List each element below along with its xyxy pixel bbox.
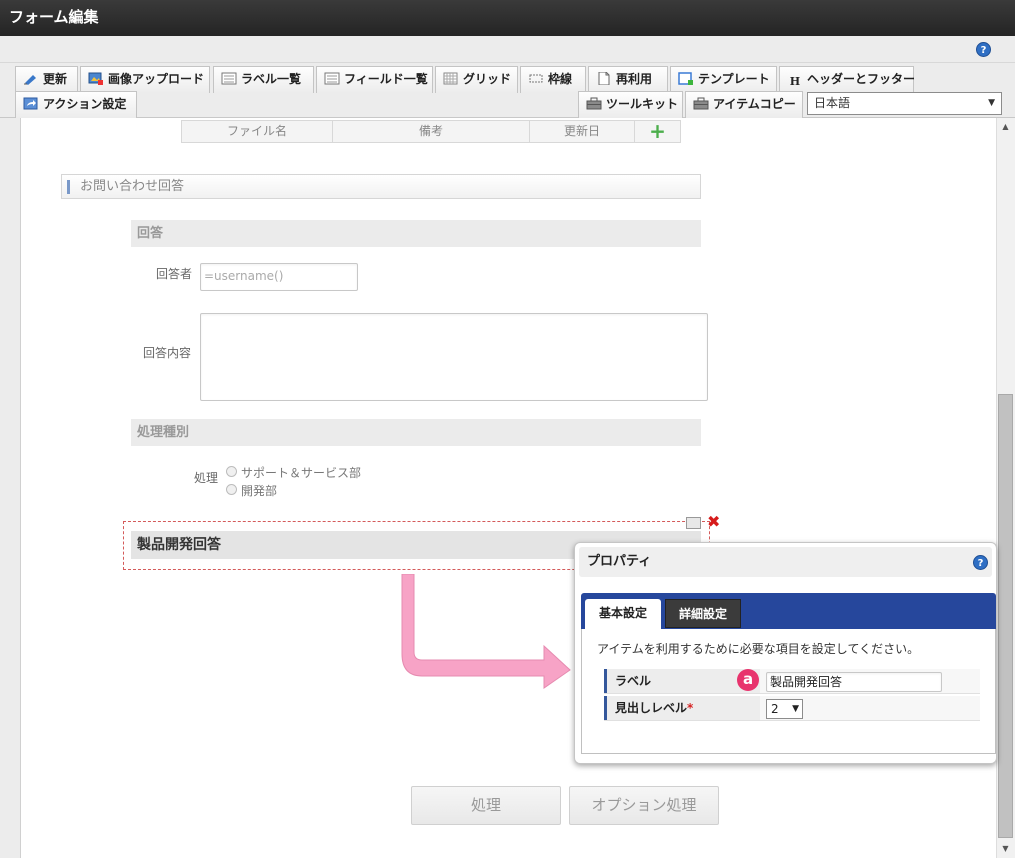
- header-footer-label: ヘッダーとフッター: [807, 72, 916, 86]
- add-row-icon[interactable]: +: [635, 121, 680, 142]
- item-settings-icon[interactable]: [686, 517, 701, 529]
- heading-level-value: 2: [771, 702, 779, 716]
- document-icon: [598, 72, 610, 85]
- dropdown-arrow-icon: ▼: [988, 98, 995, 108]
- property-help-icon[interactable]: ?: [973, 555, 988, 570]
- property-body: アイテムを利用するために必要な項目を設定してください。 ラベル 製品開発回答 見…: [581, 629, 996, 754]
- heading-level-row: 見出しレベル* 2 ▼: [604, 695, 980, 721]
- list-icon: [324, 72, 340, 85]
- help-bar: ?: [0, 36, 1015, 63]
- delete-item-icon[interactable]: ✖: [707, 514, 720, 530]
- window-title: フォーム編集: [0, 0, 1015, 36]
- action-settings-label: アクション設定: [43, 97, 127, 111]
- property-panel: プロパティ ? 基本設定 詳細設定 アイテムを利用するために必要な項目を設定して…: [574, 542, 997, 764]
- header-footer-button[interactable]: H ヘッダーとフッター: [779, 66, 916, 93]
- tab-detail-settings[interactable]: 詳細設定: [665, 599, 741, 628]
- file-table-header: ファイル名 備考 更新日 +: [181, 120, 681, 143]
- process-button[interactable]: 処理: [411, 786, 561, 825]
- property-description: アイテムを利用するために必要な項目を設定してください。: [597, 642, 920, 656]
- subsection-process-type: 処理種別: [131, 419, 701, 446]
- responder-input[interactable]: =username(): [200, 263, 358, 291]
- subsection-answer: 回答: [131, 220, 701, 247]
- label-list-label: ラベル一覧: [241, 72, 302, 86]
- tab-basic-settings[interactable]: 基本設定: [585, 599, 661, 629]
- left-gutter: [0, 118, 20, 858]
- property-title: プロパティ: [579, 547, 992, 577]
- answer-content-textarea[interactable]: [200, 313, 708, 401]
- label-row: ラベル 製品開発回答: [604, 668, 980, 694]
- border-button[interactable]: 枠線: [520, 66, 586, 93]
- reuse-button[interactable]: 再利用: [588, 66, 668, 93]
- template-label: テンプレート: [698, 72, 770, 86]
- responder-label: 回答者: [156, 267, 193, 281]
- answer-content-label: 回答内容: [143, 346, 192, 360]
- grid-button[interactable]: グリッド: [435, 66, 518, 93]
- update-label: 更新: [43, 72, 68, 86]
- scroll-up-icon[interactable]: ▲: [996, 118, 1015, 135]
- col-filename: ファイル名: [182, 121, 333, 142]
- radio-dev[interactable]: [226, 484, 237, 495]
- image-upload-label: 画像アップロード: [108, 72, 205, 86]
- toolbox-icon: [693, 97, 709, 110]
- radio-dev-label: 開発部: [241, 484, 278, 498]
- update-button[interactable]: 更新: [15, 66, 78, 93]
- dropdown-arrow-icon: ▼: [792, 704, 799, 714]
- option-process-button[interactable]: オプション処理: [569, 786, 719, 825]
- required-mark: *: [687, 701, 694, 715]
- image-upload-icon: [88, 72, 103, 85]
- col-updated: 更新日: [530, 121, 635, 142]
- action-settings-button[interactable]: アクション設定: [15, 91, 137, 118]
- col-note: 備考: [333, 121, 530, 142]
- language-value: 日本語: [814, 96, 851, 110]
- heading-level-select[interactable]: 2 ▼: [766, 699, 803, 719]
- border-label: 枠線: [548, 72, 573, 86]
- help-icon[interactable]: ?: [976, 42, 991, 57]
- heading-level-label: 見出しレベル*: [604, 696, 760, 720]
- callout-badge: a: [737, 669, 759, 691]
- list-icon: [221, 72, 237, 85]
- section-header: お問い合わせ回答: [61, 174, 701, 199]
- heading-icon: H: [789, 75, 801, 88]
- reuse-label: 再利用: [616, 72, 653, 86]
- callout-arrow: [401, 574, 571, 689]
- toolkit-button[interactable]: ツールキット: [578, 91, 683, 118]
- border-icon: [529, 74, 543, 83]
- process-label: 処理: [194, 471, 219, 485]
- item-copy-label: アイテムコピー: [713, 97, 796, 111]
- label-input[interactable]: 製品開発回答: [766, 672, 942, 692]
- template-icon: [678, 72, 693, 85]
- language-select[interactable]: 日本語 ▼: [807, 92, 1002, 115]
- pencil-icon: [24, 75, 36, 85]
- radio-support-label: サポート＆サービス部: [241, 466, 362, 480]
- share-icon: [23, 97, 38, 110]
- item-copy-button[interactable]: アイテムコピー: [685, 91, 803, 118]
- grid-label: グリッド: [463, 72, 512, 86]
- toolkit-label: ツールキット: [606, 97, 679, 111]
- scrollbar-thumb[interactable]: [998, 394, 1013, 838]
- heading-level-label-text: 見出しレベル: [615, 701, 688, 715]
- property-tabs: 基本設定 詳細設定: [581, 593, 996, 629]
- image-upload-button[interactable]: 画像アップロード: [80, 66, 210, 93]
- heading-level-value-cell: 2 ▼: [760, 696, 980, 720]
- scroll-down-icon[interactable]: ▼: [996, 840, 1015, 857]
- grid-icon: [443, 72, 458, 85]
- radio-support[interactable]: [226, 466, 237, 477]
- toolbox-icon: [586, 97, 602, 110]
- label-list-button[interactable]: ラベル一覧: [213, 66, 314, 93]
- field-list-label: フィールド一覧: [344, 72, 428, 86]
- label-value-cell: 製品開発回答: [760, 669, 980, 693]
- field-list-button[interactable]: フィールド一覧: [316, 66, 433, 93]
- template-button[interactable]: テンプレート: [670, 66, 777, 93]
